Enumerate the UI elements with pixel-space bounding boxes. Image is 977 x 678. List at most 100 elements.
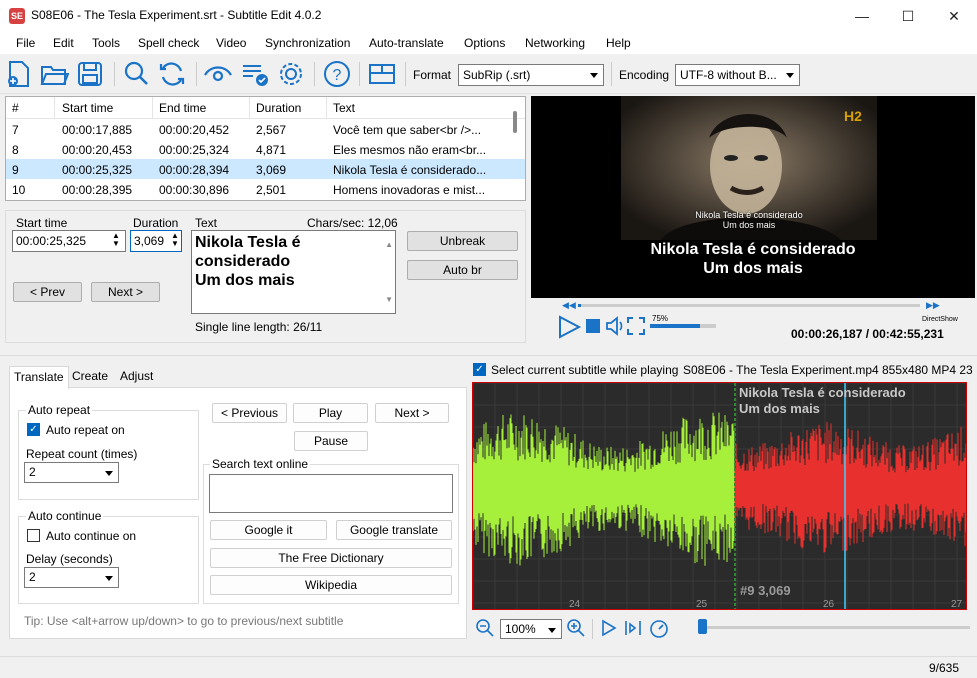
- menu-auto-translate[interactable]: Auto-translate: [369, 36, 444, 50]
- play-selection-icon[interactable]: [600, 619, 618, 637]
- maximize-icon[interactable]: ☐: [885, 0, 931, 32]
- menu-tools[interactable]: Tools: [92, 36, 120, 50]
- search-text-input[interactable]: [209, 474, 453, 513]
- duration-spinner-icon[interactable]: ▲ ▼: [171, 232, 179, 248]
- text-line: Um dos mais: [195, 272, 295, 289]
- video-inline-subtitle: Nikola Tesla é considerado Um dos mais: [621, 210, 877, 230]
- encoding-value: UTF-8 without B...: [680, 68, 777, 82]
- title-bar: SE S08E06 - The Tesla Experiment.srt - S…: [0, 0, 977, 32]
- menu-video[interactable]: Video: [216, 36, 246, 50]
- table-row[interactable]: 10 00:00:28,395 00:00:30,896 2,501 Homen…: [6, 179, 525, 199]
- cell-number: 7: [12, 123, 19, 137]
- select-current-checkbox[interactable]: ✓: [473, 363, 486, 376]
- pause-button[interactable]: Pause: [294, 431, 368, 451]
- fast-forward-icon[interactable]: ▶▶: [926, 300, 940, 311]
- scroll-up-icon[interactable]: ▲: [385, 235, 393, 254]
- zoom-select[interactable]: 100%: [500, 619, 562, 639]
- encoding-select[interactable]: UTF-8 without B...: [675, 64, 800, 86]
- repeat-count-select[interactable]: 2: [24, 462, 119, 483]
- subtitle-text-area[interactable]: Nikola Tesla é considerado Um dos mais ▲…: [191, 230, 396, 314]
- table-row[interactable]: 8 00:00:20,453 00:00:25,324 4,871 Eles m…: [6, 139, 525, 159]
- zoom-out-icon[interactable]: [476, 619, 494, 637]
- minimize-icon[interactable]: —: [839, 0, 885, 32]
- open-folder-icon[interactable]: [39, 59, 69, 89]
- layout-icon[interactable]: [367, 59, 397, 89]
- channel-logo: H2: [844, 108, 862, 124]
- waveform-subtitle-marker: #9 3,069: [740, 583, 791, 598]
- volume-icon[interactable]: [605, 316, 627, 336]
- waveform-tick: 24: [569, 599, 581, 610]
- unbreak-button[interactable]: Unbreak: [407, 231, 518, 251]
- waveform-position-thumb[interactable]: [698, 619, 707, 634]
- stop-icon[interactable]: [586, 319, 600, 333]
- auto-repeat-label: Auto repeat: [26, 403, 93, 417]
- settings-gear-icon[interactable]: [276, 59, 306, 89]
- chevron-down-icon: [590, 73, 598, 78]
- tab-adjust[interactable]: Adjust: [116, 366, 157, 388]
- close-icon[interactable]: ✕: [931, 0, 977, 32]
- help-icon[interactable]: ?: [322, 59, 352, 89]
- inline-subtitle-line: Um dos mais: [722, 220, 776, 230]
- scroll-down-icon[interactable]: ▼: [385, 290, 393, 309]
- auto-continue-checkbox[interactable]: [27, 529, 40, 542]
- menu-help[interactable]: Help: [606, 36, 631, 50]
- table-row[interactable]: 7 00:00:17,885 00:00:20,452 2,567 Você t…: [6, 119, 525, 139]
- menu-options[interactable]: Options: [464, 36, 505, 50]
- play-button[interactable]: Play: [293, 403, 368, 423]
- volume-slider[interactable]: [650, 324, 716, 328]
- visual-sync-icon[interactable]: [203, 59, 233, 89]
- start-time-input[interactable]: 00:00:25,325: [12, 230, 126, 252]
- fullscreen-icon[interactable]: [627, 317, 645, 335]
- zoom-in-icon[interactable]: [567, 619, 585, 637]
- next-subtitle-button[interactable]: Next >: [375, 403, 449, 423]
- cell-duration: 2,567: [256, 123, 287, 137]
- format-select[interactable]: SubRip (.srt): [458, 64, 604, 86]
- google-it-button[interactable]: Google it: [210, 520, 327, 540]
- zoom-value: 100%: [505, 622, 536, 636]
- video-position-track[interactable]: [578, 304, 920, 307]
- header-number[interactable]: #: [12, 101, 19, 115]
- menu-file[interactable]: File: [16, 36, 35, 50]
- header-text[interactable]: Text: [333, 101, 355, 115]
- menu-edit[interactable]: Edit: [53, 36, 74, 50]
- header-duration[interactable]: Duration: [256, 101, 301, 115]
- select-current-label: Select current subtitle while playing: [491, 363, 679, 377]
- menu-spell-check[interactable]: Spell check: [138, 36, 199, 50]
- toolbar-separator: [405, 62, 406, 86]
- next-button[interactable]: Next >: [91, 282, 160, 302]
- menu-synchronization[interactable]: Synchronization: [265, 36, 350, 50]
- cell-number: 10: [12, 183, 26, 197]
- start-time-spinner-icon[interactable]: ▲ ▼: [112, 232, 120, 248]
- play-icon[interactable]: [556, 314, 582, 340]
- header-end-time[interactable]: End time: [159, 101, 206, 115]
- audio-waveform[interactable]: Nikola Tesla é considerado Um dos mais #…: [472, 382, 967, 610]
- speed-gauge-icon[interactable]: [649, 618, 669, 638]
- wikipedia-button[interactable]: Wikipedia: [210, 575, 452, 595]
- menu-networking[interactable]: Networking: [525, 36, 585, 50]
- list-scrollbar-thumb[interactable]: [513, 111, 517, 133]
- free-dictionary-button[interactable]: The Free Dictionary: [210, 548, 452, 568]
- delay-select[interactable]: 2: [24, 567, 119, 588]
- save-icon[interactable]: [75, 59, 105, 89]
- splitter[interactable]: [0, 355, 977, 356]
- toolbar-separator: [592, 619, 593, 639]
- previous-button[interactable]: < Previous: [212, 403, 287, 423]
- subtitle-list[interactable]: # Start time End time Duration Text 7 00…: [5, 96, 526, 201]
- auto-br-button[interactable]: Auto br: [407, 260, 518, 280]
- spell-check-icon[interactable]: [240, 59, 270, 89]
- find-icon[interactable]: [121, 59, 151, 89]
- google-translate-button[interactable]: Google translate: [336, 520, 452, 540]
- waveform-position-track[interactable]: [700, 626, 970, 629]
- rewind-icon[interactable]: ◀◀: [562, 300, 576, 311]
- table-row-selected[interactable]: 9 00:00:25,325 00:00:28,394 3,069 Nikola…: [6, 159, 525, 179]
- prev-button[interactable]: < Prev: [13, 282, 82, 302]
- split-icon[interactable]: [624, 619, 642, 637]
- video-player[interactable]: H2 Nikola Tesla é considerado Um dos mai…: [531, 96, 975, 298]
- tab-translate[interactable]: Translate: [9, 366, 69, 389]
- header-start-time[interactable]: Start time: [62, 101, 113, 115]
- auto-repeat-checkbox[interactable]: ✓: [27, 423, 40, 436]
- subtitle-line: Nikola Tesla é considerado: [650, 241, 856, 258]
- replace-icon[interactable]: [157, 59, 187, 89]
- tab-create[interactable]: Create: [68, 366, 112, 388]
- new-file-icon[interactable]: [4, 59, 34, 89]
